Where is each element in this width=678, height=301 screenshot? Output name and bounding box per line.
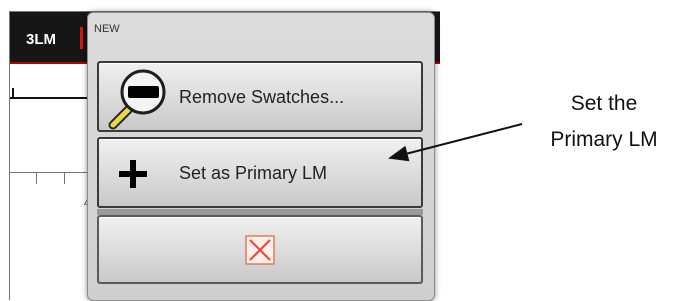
annotation-callout: Set the Primary LM (530, 86, 678, 158)
annotation-line-1: Set the (570, 92, 638, 115)
annotation-line-2: Primary LM (550, 128, 658, 151)
